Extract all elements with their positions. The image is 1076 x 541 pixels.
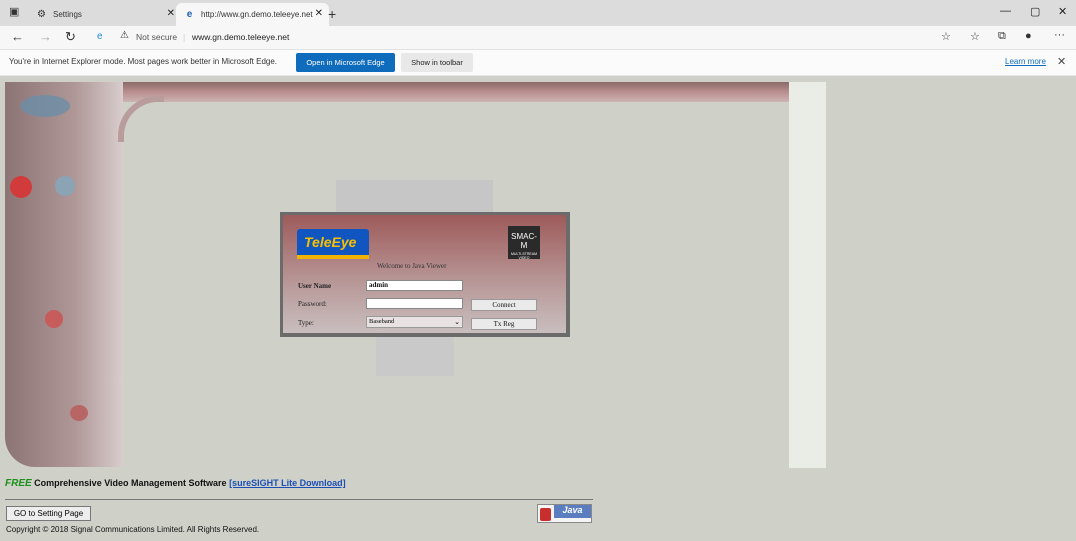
tx-reg-button[interactable]: Tx Reg [471, 318, 537, 330]
tab-label: Settings [53, 10, 82, 19]
logo-text: TeleEye [304, 234, 357, 250]
copyright-text: Copyright © 2018 Signal Communications L… [6, 525, 260, 534]
password-field[interactable] [366, 298, 463, 309]
background-block [336, 180, 493, 216]
decorative-dot [10, 176, 32, 198]
free-software-line: FREE Comprehensive Video Management Soft… [5, 478, 346, 489]
profile-avatar-icon[interactable]: ● [1025, 30, 1032, 42]
decorative-dot [55, 176, 75, 196]
gear-icon: ⚙ [37, 9, 46, 20]
connect-button[interactable]: Connect [471, 299, 537, 311]
tab-bar: ▣ ⚙ Settings ✕ e http://www.gn.demo.tele… [0, 0, 1076, 26]
decorative-dot [70, 405, 88, 421]
warning-icon: ⚠ [120, 30, 129, 41]
divider-line [5, 499, 593, 500]
suresight-download-link[interactable]: [sureSIGHT Lite Download] [229, 478, 346, 488]
right-panel [789, 82, 826, 468]
tab-settings[interactable]: ⚙ Settings ✕ [28, 3, 181, 26]
password-label: Password: [298, 300, 327, 308]
more-icon[interactable]: ··· [1054, 29, 1065, 41]
url-field[interactable]: www.gn.demo.teleeye.net [192, 32, 289, 42]
show-in-toolbar-button[interactable]: Show in toolbar [401, 53, 473, 72]
tab-teleeye[interactable]: e http://www.gn.demo.teleeye.net ✕ [176, 3, 329, 26]
free-text: Comprehensive Video Management Software [31, 478, 230, 488]
logo-underline [297, 255, 369, 259]
forward-icon[interactable]: → [39, 29, 52, 44]
close-window-button[interactable]: ✕ [1058, 5, 1067, 18]
decorative-frame-side [5, 82, 123, 467]
java-cup-icon [540, 508, 551, 521]
infobar-message: You're in Internet Explorer mode. Most p… [9, 57, 278, 66]
close-infobar-icon[interactable]: ✕ [1057, 55, 1066, 68]
login-panel-body: TeleEye SMAC-M MULTI-STREAM VIDEO Welcom… [283, 215, 566, 333]
new-tab-button[interactable]: + [328, 6, 336, 22]
go-to-setting-button[interactable]: GO to Setting Page [6, 506, 91, 521]
welcome-text: Welcome to Java Viewer [377, 262, 447, 270]
divider: | [183, 32, 186, 42]
ie-mode-infobar: You're in Internet Explorer mode. Most p… [0, 50, 1076, 76]
username-field[interactable]: admin [366, 280, 463, 291]
favorites-icon[interactable]: ☆ [970, 30, 980, 43]
maximize-button[interactable]: ▢ [1030, 5, 1040, 18]
java-badge: Java [537, 504, 592, 523]
back-icon[interactable]: ← [11, 29, 24, 44]
badge-subtext: MULTI-STREAM VIDEO [511, 252, 537, 260]
favorite-star-icon[interactable]: ☆ [941, 30, 951, 43]
username-label: User Name [298, 282, 332, 290]
close-tab-icon[interactable]: ✕ [315, 8, 323, 19]
address-bar: ← → ↻ e ⚠ Not secure | www.gn.demo.telee… [0, 26, 1076, 50]
chevron-down-icon: ⌄ [454, 318, 460, 326]
open-in-edge-button[interactable]: Open in Microsoft Edge [296, 53, 395, 72]
tab-actions-icon[interactable]: ▣ [9, 5, 19, 18]
learn-more-link[interactable]: Learn more [1005, 57, 1046, 66]
teleeye-logo: TeleEye [297, 229, 369, 259]
free-label: FREE [5, 478, 32, 489]
java-badge-text: Java [554, 505, 591, 518]
type-value: Baseband [369, 318, 395, 325]
security-label[interactable]: Not secure [136, 32, 177, 42]
type-select[interactable]: Baseband ⌄ [366, 316, 463, 328]
ie-icon: e [186, 9, 193, 20]
close-tab-icon[interactable]: ✕ [167, 8, 175, 19]
login-panel: TeleEye SMAC-M MULTI-STREAM VIDEO Welcom… [280, 212, 570, 337]
type-label: Type: [298, 319, 314, 327]
collections-icon[interactable]: ⧉ [998, 30, 1006, 43]
decorative-dot [45, 310, 63, 328]
tab-label: http://www.gn.demo.teleeye.net [201, 10, 313, 19]
badge-text: SMAC-M [511, 232, 537, 250]
background-block [376, 336, 454, 376]
refresh-icon[interactable]: ↻ [65, 29, 76, 45]
minimize-button[interactable]: — [1000, 5, 1011, 17]
decorative-dot [20, 95, 70, 117]
smac-m-badge: SMAC-M MULTI-STREAM VIDEO [508, 226, 540, 260]
ie-mode-icon[interactable]: e [97, 31, 103, 42]
